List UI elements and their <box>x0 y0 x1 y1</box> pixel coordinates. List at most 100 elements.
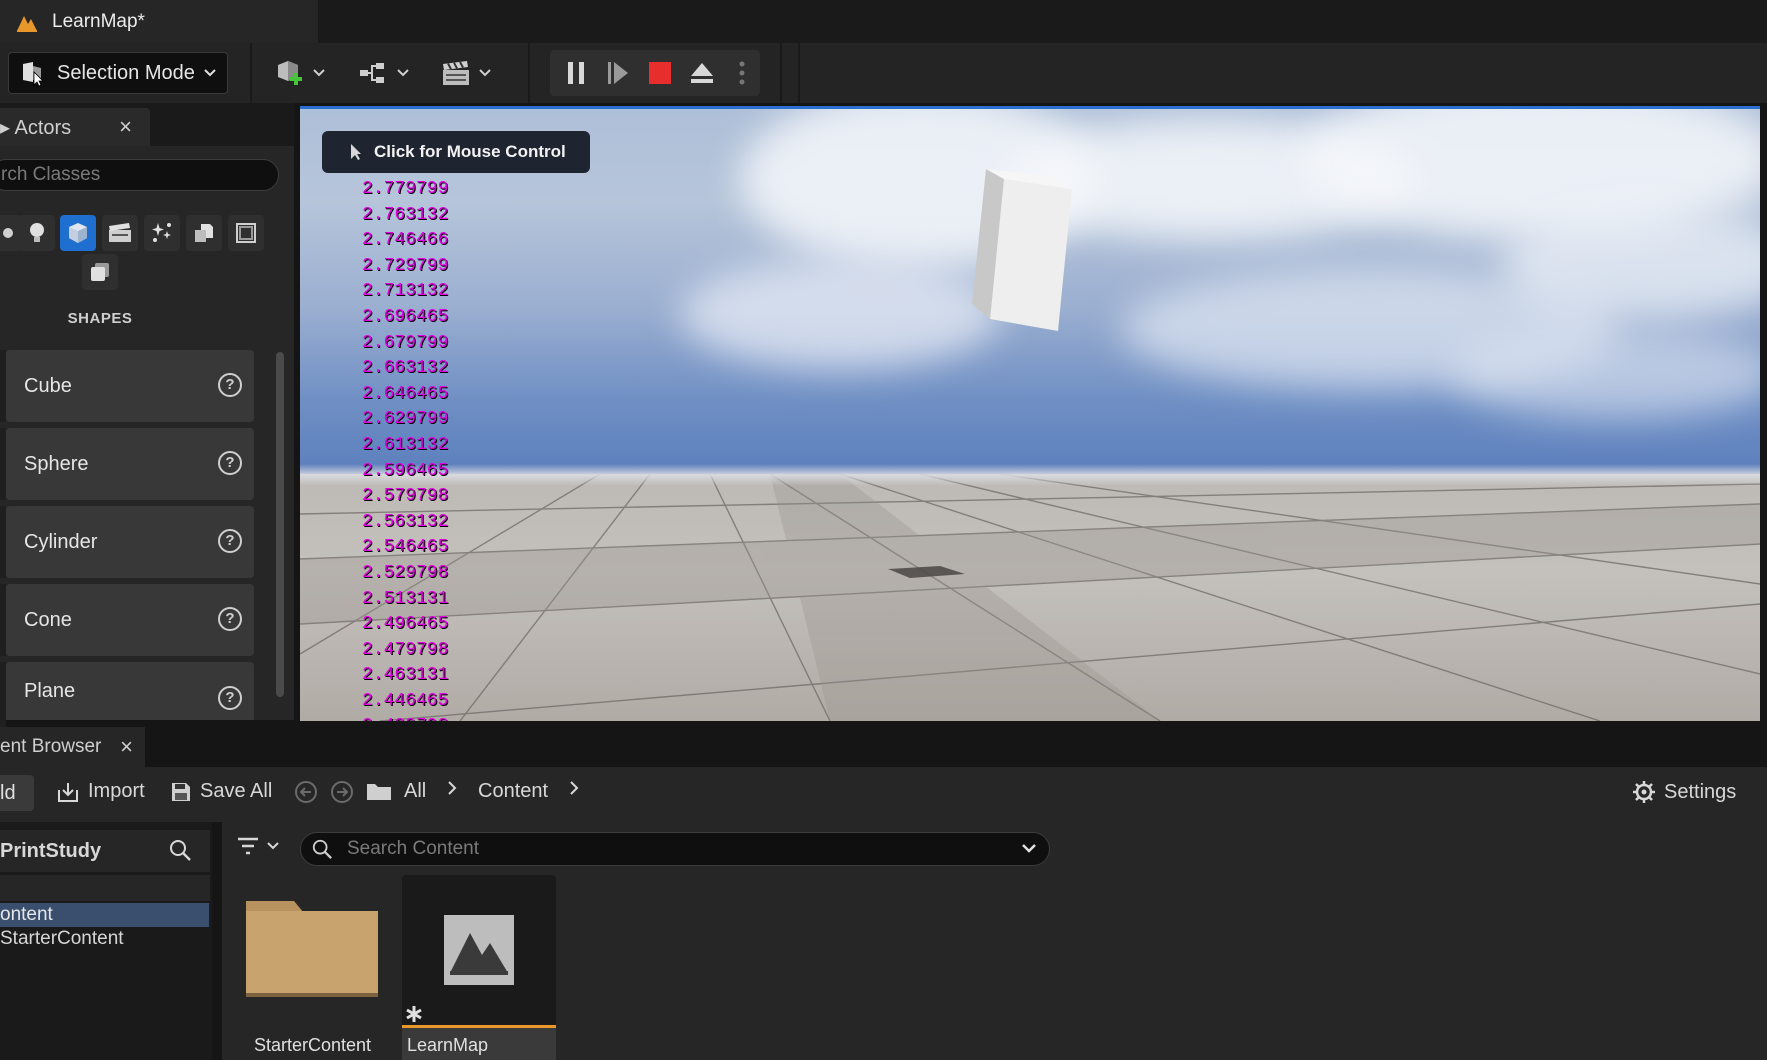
place-actors-tab[interactable]: ▸ Actors × <box>0 108 150 146</box>
add-actor-button[interactable] <box>274 52 326 94</box>
chevron-down-icon <box>397 69 409 77</box>
debug-print-line: 2.463131 <box>362 665 449 686</box>
unsaved-asterisk-icon <box>406 1006 422 1022</box>
blueprints-button[interactable] <box>358 52 410 94</box>
save-icon <box>172 782 190 801</box>
floating-cube-actor[interactable] <box>970 169 1090 339</box>
filter-button[interactable] <box>236 836 280 856</box>
history-back-button[interactable] <box>294 780 318 804</box>
category-volumes-icon[interactable] <box>228 215 264 251</box>
toolbar-separator <box>780 43 782 103</box>
place-actors-tab-text: Actors <box>14 116 72 139</box>
asset-name: StarterContent <box>254 1035 372 1055</box>
history-forward-button[interactable] <box>330 780 354 804</box>
shape-item-cube[interactable]: Cube ? <box>6 350 254 422</box>
step-forward-button[interactable] <box>598 50 638 96</box>
debug-print-line: 2.779799 <box>362 179 449 199</box>
help-icon[interactable]: ? <box>218 529 242 553</box>
category-all-classes-icon[interactable] <box>82 254 118 290</box>
chevron-right-icon <box>448 781 457 795</box>
document-tab[interactable]: LearnMap* <box>0 0 318 43</box>
stop-icon <box>649 62 671 84</box>
cursor-icon <box>351 144 361 160</box>
help-icon[interactable]: ? <box>218 451 242 475</box>
toolbar-separator <box>798 43 800 103</box>
content-browser-tab-bar <box>0 727 1767 767</box>
chevron-down-icon <box>267 842 279 850</box>
help-icon[interactable]: ? <box>218 607 242 631</box>
shape-item-cone[interactable]: Cone ? <box>6 584 254 656</box>
chevron-down-icon[interactable] <box>1021 843 1037 855</box>
shape-item-cylinder[interactable]: Cylinder ? <box>6 506 254 578</box>
horizon-haze <box>300 464 1760 486</box>
shape-item-label: Sphere <box>24 452 89 475</box>
step-forward-icon <box>608 62 628 84</box>
debug-print-line: 2.596465 <box>362 460 449 481</box>
close-icon[interactable]: × <box>120 734 133 760</box>
clapperboard-icon <box>443 61 469 85</box>
level-map-icon <box>444 915 514 985</box>
debug-print-line: 2.696465 <box>362 306 449 327</box>
help-icon[interactable]: ? <box>218 373 242 397</box>
eject-icon <box>691 63 713 83</box>
import-button[interactable]: Import <box>56 780 145 803</box>
import-label: Import <box>88 780 145 802</box>
toolbar-separator <box>250 43 252 103</box>
breadcrumb-all[interactable]: All <box>404 780 426 803</box>
import-icon <box>58 782 78 802</box>
project-label: PrintStudy <box>0 840 102 862</box>
asset-name: LearnMap <box>407 1035 489 1055</box>
gear-icon <box>1633 781 1655 803</box>
play-options-button[interactable] <box>724 50 760 96</box>
stop-button[interactable] <box>640 50 680 96</box>
debug-print-line: 2.429798 <box>362 714 482 721</box>
add-button[interactable]: ld <box>0 775 34 811</box>
asset-tile-learnmap[interactable] <box>402 875 556 1060</box>
click-for-mouse-control-button[interactable]: Click for Mouse Control <box>322 131 590 173</box>
search-content-input[interactable]: Search Content <box>300 832 1050 866</box>
breadcrumb-content-label: Content <box>478 780 549 802</box>
toolbar-separator <box>528 43 530 103</box>
pause-button[interactable] <box>556 50 596 96</box>
debug-print-line: 2.513131 <box>362 588 449 609</box>
help-icon[interactable]: ? <box>218 686 242 710</box>
save-all-button[interactable]: Save All <box>170 780 272 803</box>
breadcrumb-content[interactable]: Content <box>478 780 548 803</box>
shape-item-sphere[interactable]: Sphere ? <box>6 428 254 500</box>
sources-tree-header <box>0 875 210 901</box>
debug-print-line: 2.746466 <box>362 230 449 251</box>
chevron-right-icon <box>570 781 579 795</box>
breadcrumb-separator[interactable] <box>568 780 580 796</box>
selection-mode-icon <box>23 62 44 86</box>
debug-print-line: 2.629799 <box>362 409 449 430</box>
shape-item-label: Cone <box>24 608 72 631</box>
floor-grid <box>300 473 1760 721</box>
category-cinematic-icon[interactable] <box>102 215 138 251</box>
pause-icon <box>568 62 584 84</box>
category-geometry-icon[interactable] <box>186 215 222 251</box>
shape-item-label: Plane <box>24 679 76 702</box>
tree-item-content[interactable]: ontent <box>0 903 209 927</box>
selection-mode-dropdown[interactable]: Selection Mode <box>8 52 228 94</box>
settings-button[interactable]: Settings <box>1632 780 1736 804</box>
place-actors-scrollbar[interactable] <box>276 352 284 697</box>
folder-root-button[interactable] <box>366 780 392 802</box>
debug-print-line: 2.613132 <box>362 434 449 455</box>
save-all-label: Save All <box>200 780 273 802</box>
category-shapes-icon[interactable] <box>60 215 96 251</box>
mouse-control-label: Click for Mouse Control <box>374 142 566 161</box>
tree-item-starter-content[interactable]: StarterContent <box>0 927 124 951</box>
shape-item-plane[interactable]: Plane ? <box>6 662 254 720</box>
category-visual-effects-icon[interactable] <box>144 215 180 251</box>
eject-button[interactable] <box>682 50 722 96</box>
close-icon[interactable]: × <box>119 114 132 140</box>
asset-tile-starter-content[interactable] <box>238 875 392 1060</box>
search-classes-input[interactable]: rch Classes <box>0 159 279 191</box>
content-browser-tab[interactable]: ent Browser × <box>0 727 145 767</box>
breadcrumb-separator[interactable] <box>446 780 458 796</box>
cinematics-button[interactable] <box>440 52 492 94</box>
category-lights-icon[interactable] <box>19 215 55 251</box>
level-viewport[interactable]: Click for Mouse Control 2.779799 2.763132… <box>300 109 1760 721</box>
sources-search-button[interactable] <box>168 838 192 867</box>
breadcrumb-all-label: All <box>404 780 427 802</box>
